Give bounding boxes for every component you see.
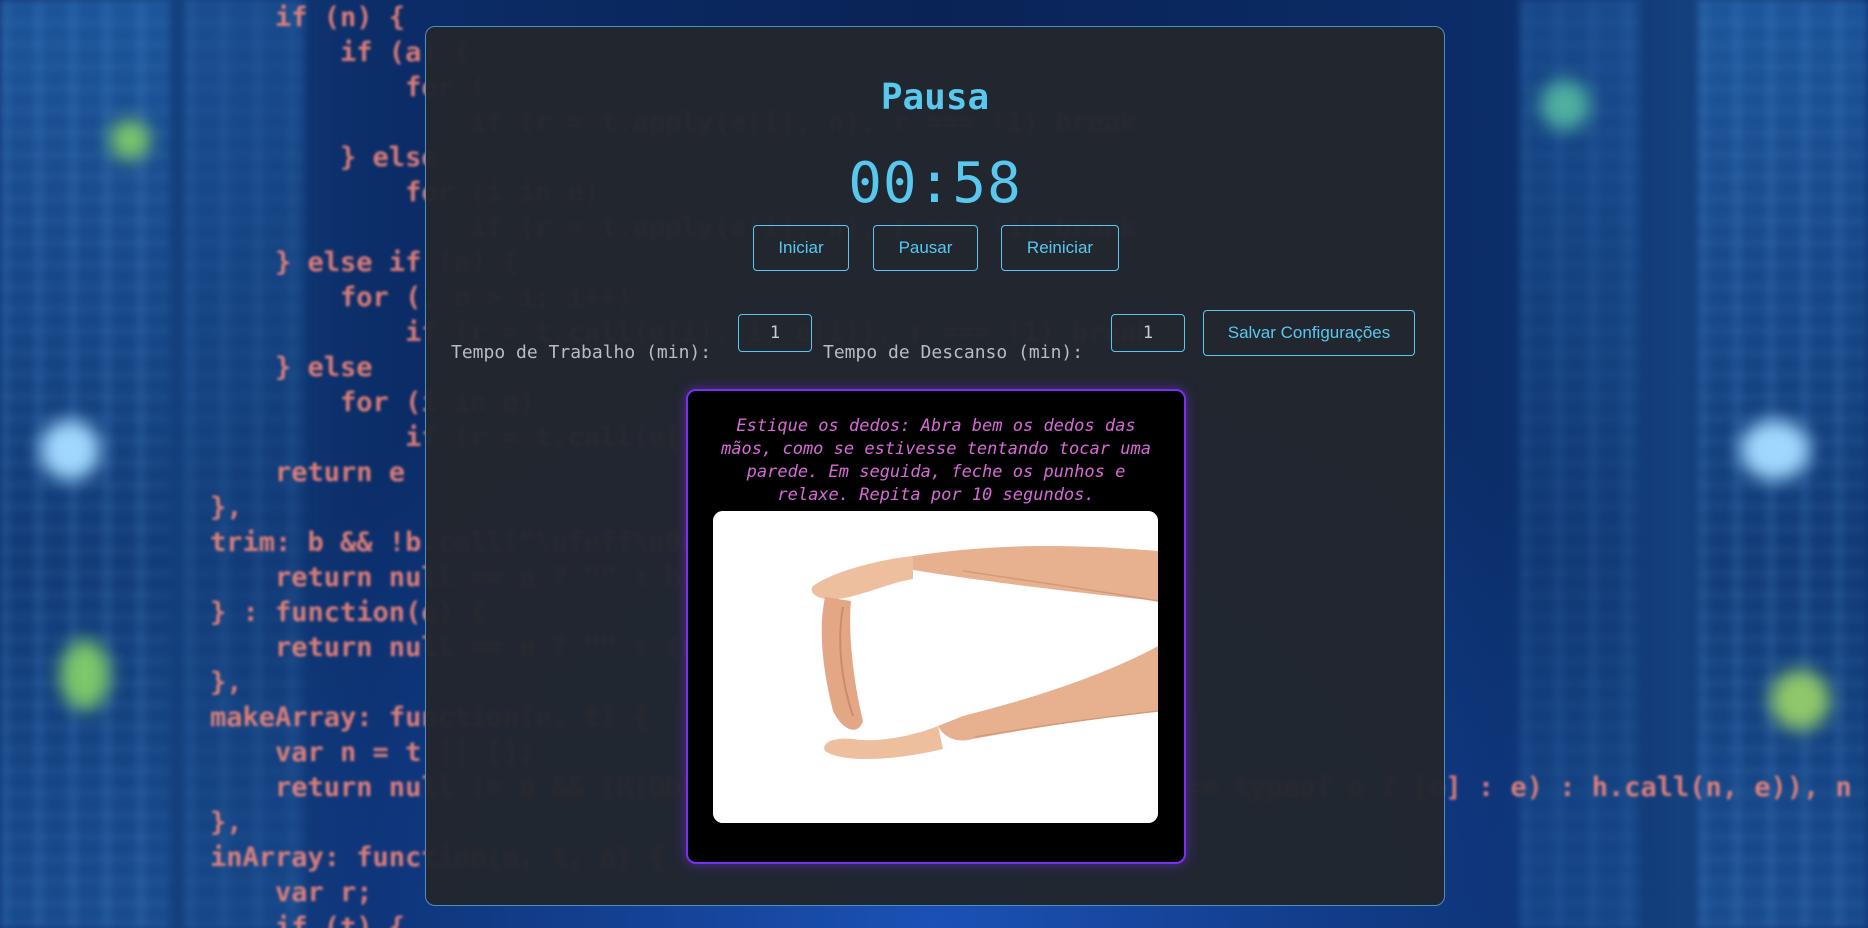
hands-stretch-illustration — [713, 511, 1158, 823]
countdown-timer: 00:58 — [848, 151, 1022, 216]
rest-time-label: Tempo de Descanso (min): — [823, 341, 1084, 363]
reset-button[interactable]: Reiniciar — [1001, 225, 1119, 271]
glow-light — [40, 420, 100, 480]
save-settings-button[interactable]: Salvar Configurações — [1203, 310, 1415, 356]
pause-button[interactable]: Pausar — [873, 225, 978, 271]
exercise-card: Estique os dedos: Abra bem os dedos das … — [686, 389, 1186, 864]
exercise-instructions: Estique os dedos: Abra bem os dedos das … — [721, 416, 1151, 505]
hands-stretch-photo — [713, 511, 1158, 823]
work-time-label: Tempo de Trabalho (min): — [451, 341, 712, 363]
glow-light — [60, 640, 110, 710]
glow-light — [110, 120, 150, 160]
pomodoro-panel: Pausa 00:58 Iniciar Pausar Reiniciar Tem… — [425, 26, 1445, 906]
start-button[interactable]: Iniciar — [753, 225, 849, 271]
page-title: Pausa — [880, 77, 990, 118]
rest-time-input[interactable] — [1111, 314, 1185, 352]
work-time-input[interactable] — [738, 314, 812, 352]
